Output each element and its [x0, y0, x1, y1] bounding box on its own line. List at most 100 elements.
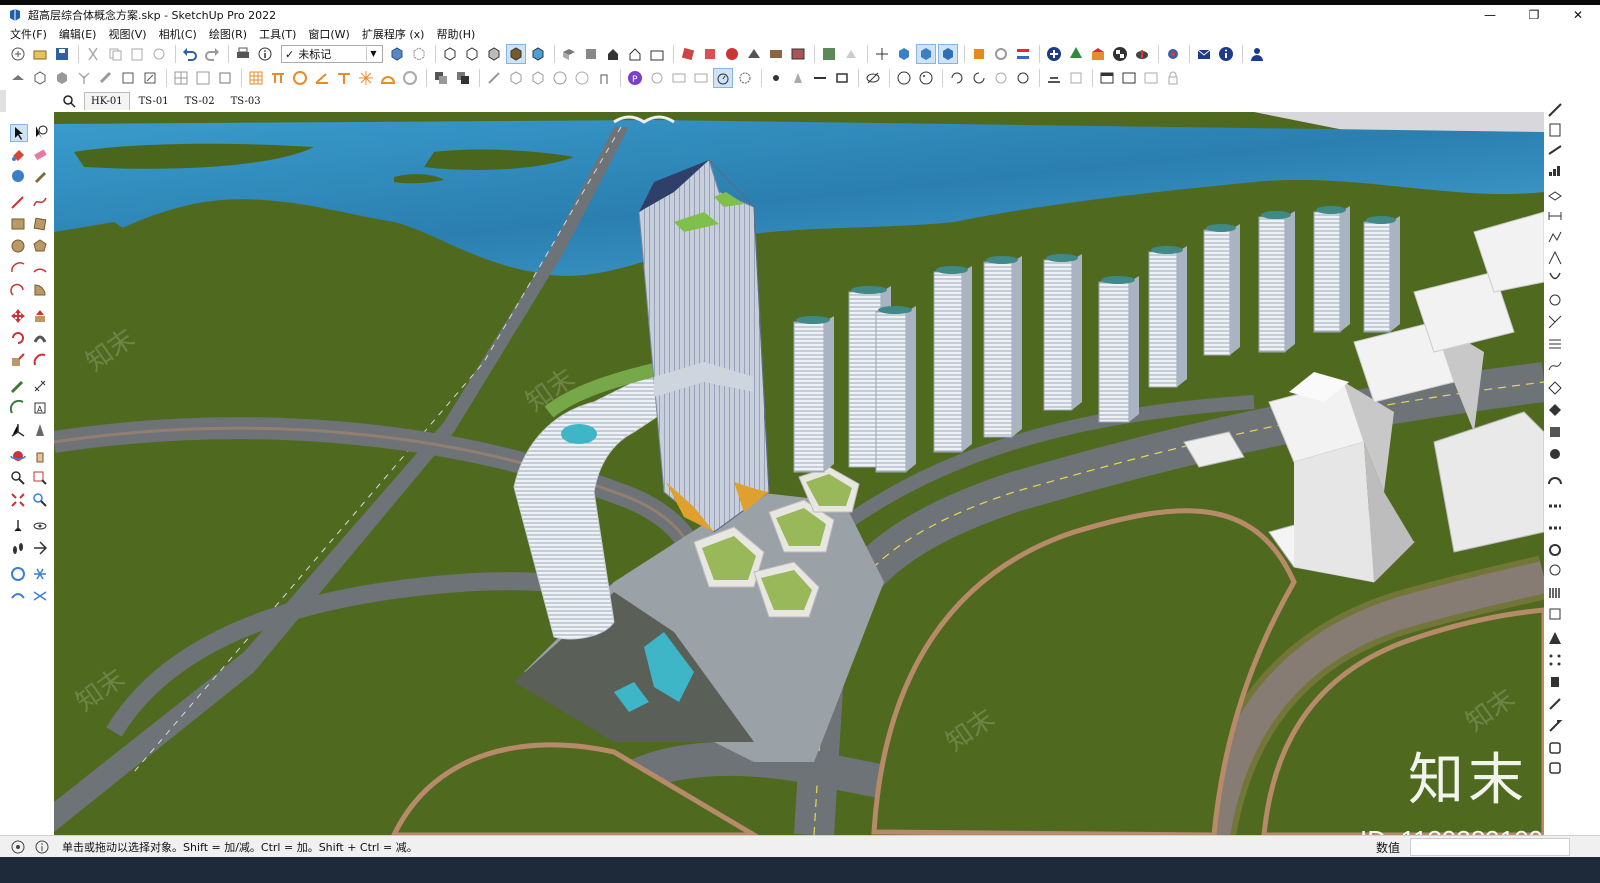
- tree-icon[interactable]: [1066, 44, 1086, 64]
- model-viewport[interactable]: 知末 知末 知末 知末 知末: [54, 112, 1544, 835]
- shape-d-icon[interactable]: [550, 68, 570, 88]
- account-icon[interactable]: [1247, 44, 1267, 64]
- tag-dropdown[interactable]: ✓ 未标记 ▼: [281, 45, 383, 63]
- ext-tool-19-icon[interactable]: [1547, 498, 1565, 516]
- push-pull-icon[interactable]: [32, 308, 50, 326]
- shape-e-icon[interactable]: [572, 68, 592, 88]
- ring-icon[interactable]: [400, 68, 420, 88]
- ext-tool-24-icon[interactable]: [1547, 606, 1565, 624]
- shaded-icon[interactable]: [484, 44, 504, 64]
- ext-tool-12-icon[interactable]: [1547, 336, 1565, 354]
- front-view-icon[interactable]: [603, 44, 623, 64]
- table-orange-icon[interactable]: [268, 68, 288, 88]
- offset-tool-icon[interactable]: [32, 352, 50, 370]
- palette-icon[interactable]: [916, 68, 936, 88]
- ext-tool-30-icon[interactable]: [1547, 740, 1565, 758]
- zoom-window-icon[interactable]: [32, 470, 50, 488]
- pan-tool-icon[interactable]: [32, 448, 50, 466]
- menu-draw[interactable]: 绘图(R): [209, 26, 247, 42]
- sandbox-flip-icon[interactable]: [32, 588, 50, 606]
- arc-tool-icon[interactable]: [10, 260, 28, 278]
- plant-icon[interactable]: [74, 68, 94, 88]
- menu-file[interactable]: 文件(F): [10, 26, 47, 42]
- cube-icon[interactable]: [52, 68, 72, 88]
- window-c-icon[interactable]: [1141, 68, 1161, 88]
- ext-tool-22-icon[interactable]: [1547, 562, 1565, 580]
- dome-orange-icon[interactable]: [378, 68, 398, 88]
- scene-tab-ts-02[interactable]: TS-02: [178, 92, 222, 110]
- ext-tool-15-icon[interactable]: [1547, 402, 1565, 420]
- position-camera-icon[interactable]: [10, 518, 28, 536]
- align-a-icon[interactable]: [1044, 68, 1064, 88]
- axes-tool-icon[interactable]: [10, 422, 28, 440]
- ext-tool-3-icon[interactable]: [1547, 142, 1565, 160]
- look-around-icon[interactable]: [32, 518, 50, 536]
- scene-tab-ts-03[interactable]: TS-03: [224, 92, 268, 110]
- star-orange-icon[interactable]: [356, 68, 376, 88]
- face-icon[interactable]: [118, 68, 138, 88]
- rotated-rect-icon[interactable]: [32, 216, 50, 234]
- ext-tool-9-icon[interactable]: [1547, 270, 1565, 288]
- shape-b-icon[interactable]: [506, 68, 526, 88]
- ext-tool-18-icon[interactable]: [1547, 472, 1565, 490]
- ext-tool-26-icon[interactable]: [1547, 652, 1565, 670]
- sandbox-smoove-icon[interactable]: [10, 566, 28, 584]
- hidden-line-icon[interactable]: [462, 44, 482, 64]
- box-icon[interactable]: [30, 68, 50, 88]
- menu-view[interactable]: 视图(V): [108, 26, 146, 42]
- sandbox-stamp-icon[interactable]: [32, 566, 50, 584]
- warehouse-icon[interactable]: [916, 44, 936, 64]
- 3d-model-scene[interactable]: 知末 知末 知末 知末 知末: [54, 112, 1544, 835]
- erase-icon[interactable]: [149, 44, 169, 64]
- rotate-a-icon[interactable]: [947, 68, 967, 88]
- minimize-button[interactable]: —: [1468, 5, 1512, 25]
- ext-tool-10-icon[interactable]: [1547, 292, 1565, 310]
- solid-subtract-icon[interactable]: [453, 68, 473, 88]
- orbit-globe-icon[interactable]: [10, 168, 28, 186]
- ext-tool-28-icon[interactable]: [1547, 696, 1565, 714]
- ext-tool-17-icon[interactable]: [1547, 446, 1565, 464]
- undo-icon[interactable]: [180, 44, 200, 64]
- ext-tool-31-icon[interactable]: [1547, 760, 1565, 778]
- add-location-icon[interactable]: [841, 44, 861, 64]
- eraser-icon[interactable]: [32, 146, 50, 164]
- ext-tool-4-icon[interactable]: [1547, 162, 1565, 180]
- paint-fill-icon[interactable]: [96, 68, 116, 88]
- tape-measure-icon[interactable]: [10, 378, 28, 396]
- sandbox-drape-icon[interactable]: [10, 588, 28, 606]
- rotate-c-icon[interactable]: [991, 68, 1011, 88]
- tee-orange-icon[interactable]: [334, 68, 354, 88]
- open-file-icon[interactable]: [30, 44, 50, 64]
- copy-icon[interactable]: [105, 44, 125, 64]
- zoom-extents-icon[interactable]: [10, 492, 28, 510]
- ext-tool-6-icon[interactable]: [1547, 208, 1565, 226]
- rotate-d-icon[interactable]: [1013, 68, 1033, 88]
- lasso-select-icon[interactable]: [32, 124, 50, 142]
- component-icon[interactable]: [894, 44, 914, 64]
- section-plane-icon[interactable]: [678, 44, 698, 64]
- window-a-icon[interactable]: [1097, 68, 1117, 88]
- scene-tab-ts-01[interactable]: TS-01: [132, 92, 176, 110]
- protractor-icon[interactable]: [9, 399, 28, 418]
- restore-button[interactable]: ❐: [1512, 5, 1556, 25]
- line-icon[interactable]: [810, 68, 830, 88]
- line-pencil-icon[interactable]: [10, 194, 28, 212]
- circle-tool-icon[interactable]: [10, 238, 28, 256]
- pie-tool-icon[interactable]: [32, 282, 50, 300]
- menu-edit[interactable]: 编辑(E): [59, 26, 97, 42]
- grid-c-icon[interactable]: [215, 68, 235, 88]
- shaded-textures-icon[interactable]: [506, 44, 526, 64]
- ext-tool-23-icon[interactable]: [1547, 584, 1565, 602]
- hide-icon[interactable]: [863, 68, 883, 88]
- geolocation-status-icon[interactable]: [10, 839, 26, 855]
- menu-window[interactable]: 窗口(W): [308, 26, 349, 42]
- styles-icon[interactable]: [722, 44, 742, 64]
- back-view-icon[interactable]: [647, 44, 667, 64]
- layers-swap-icon[interactable]: [1013, 44, 1033, 64]
- ext-tool-11-icon[interactable]: [1547, 314, 1565, 332]
- save-icon[interactable]: [52, 44, 72, 64]
- text-label-icon[interactable]: A: [32, 400, 50, 418]
- follow-me-icon[interactable]: [32, 330, 50, 348]
- orbit-tool-icon[interactable]: [10, 448, 28, 466]
- section-cut-icon[interactable]: [700, 44, 720, 64]
